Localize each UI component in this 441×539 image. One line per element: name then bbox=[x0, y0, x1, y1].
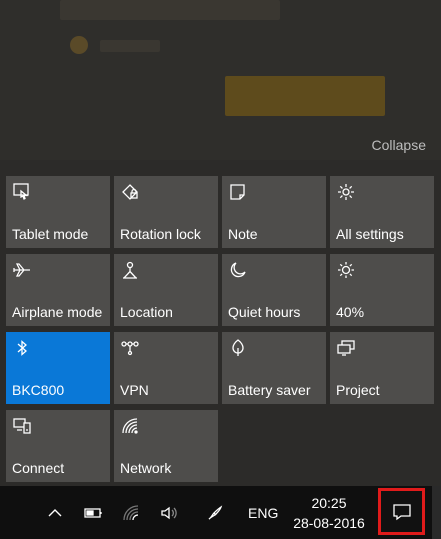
rotation-lock-icon bbox=[122, 184, 138, 200]
tile-battery-saver[interactable]: Battery saver bbox=[222, 332, 326, 404]
network-icon bbox=[122, 418, 138, 434]
tile-label: All settings bbox=[336, 226, 404, 242]
project-icon bbox=[337, 340, 355, 356]
chevron-up-icon[interactable] bbox=[46, 504, 64, 522]
bluetooth-icon bbox=[17, 340, 27, 356]
vpn-icon bbox=[121, 341, 139, 356]
tile-label: Connect bbox=[12, 460, 65, 476]
tile-label: Location bbox=[120, 304, 173, 320]
tile-label: VPN bbox=[120, 382, 149, 398]
tile-label: BKC800 bbox=[12, 382, 65, 398]
tile-label: Airplane mode bbox=[12, 304, 103, 320]
location-icon bbox=[123, 261, 137, 279]
tablet-mode-icon bbox=[13, 183, 29, 200]
tile-connect[interactable]: Connect bbox=[6, 410, 110, 482]
airplane-icon bbox=[13, 263, 30, 277]
tile-brightness[interactable]: 40% bbox=[330, 254, 434, 326]
background-shape bbox=[225, 76, 385, 116]
tile-project[interactable]: Project bbox=[330, 332, 434, 404]
clock-date: 28-08-2016 bbox=[293, 515, 365, 531]
tile-vpn[interactable]: VPN bbox=[114, 332, 218, 404]
tile-label: Battery saver bbox=[228, 382, 311, 398]
language-indicator[interactable]: ENG bbox=[248, 505, 278, 521]
gear-icon bbox=[338, 184, 354, 200]
tile-label: Rotation lock bbox=[120, 226, 201, 242]
background-shape bbox=[60, 0, 280, 20]
tile-airplane-mode[interactable]: Airplane mode bbox=[6, 254, 110, 326]
note-icon bbox=[230, 184, 245, 200]
connect-icon bbox=[13, 418, 31, 434]
tile-rotation-lock[interactable]: Rotation lock bbox=[114, 176, 218, 248]
tile-quiet-hours[interactable]: Quiet hours bbox=[222, 254, 326, 326]
action-center-button[interactable] bbox=[378, 488, 425, 535]
tile-tablet-mode[interactable]: Tablet mode bbox=[6, 176, 110, 248]
notification-icon bbox=[393, 504, 411, 521]
tile-label: Project bbox=[336, 382, 380, 398]
tile-location[interactable]: Location bbox=[114, 254, 218, 326]
battery-saver-icon bbox=[232, 339, 244, 356]
tile-bluetooth[interactable]: BKC800 bbox=[6, 332, 110, 404]
tile-note[interactable]: Note bbox=[222, 176, 326, 248]
background-shape bbox=[100, 40, 160, 52]
tile-label: Network bbox=[120, 460, 172, 476]
brightness-icon bbox=[338, 262, 354, 278]
tile-label: 40% bbox=[336, 304, 365, 320]
moon-icon bbox=[230, 262, 246, 278]
tile-label: Note bbox=[228, 226, 258, 242]
pen-icon[interactable] bbox=[206, 504, 224, 522]
collapse-link[interactable]: Collapse bbox=[372, 137, 426, 153]
clock[interactable]: 20:25 28-08-2016 bbox=[288, 493, 370, 533]
tile-label: Tablet mode bbox=[12, 226, 89, 242]
tile-all-settings[interactable]: All settings bbox=[330, 176, 434, 248]
clock-time: 20:25 bbox=[311, 495, 347, 511]
screen-edge bbox=[432, 486, 441, 539]
tile-label: Quiet hours bbox=[228, 304, 301, 320]
tile-network[interactable]: Network bbox=[114, 410, 218, 482]
background-shape bbox=[70, 36, 88, 54]
taskbar: ENG 20:25 28-08-2016 bbox=[0, 486, 441, 539]
volume-icon[interactable] bbox=[160, 504, 178, 522]
quick-actions-grid: Tablet mode Rotation lock Note All setti… bbox=[6, 176, 434, 484]
battery-icon[interactable] bbox=[84, 504, 102, 522]
wifi-icon[interactable] bbox=[122, 504, 140, 522]
